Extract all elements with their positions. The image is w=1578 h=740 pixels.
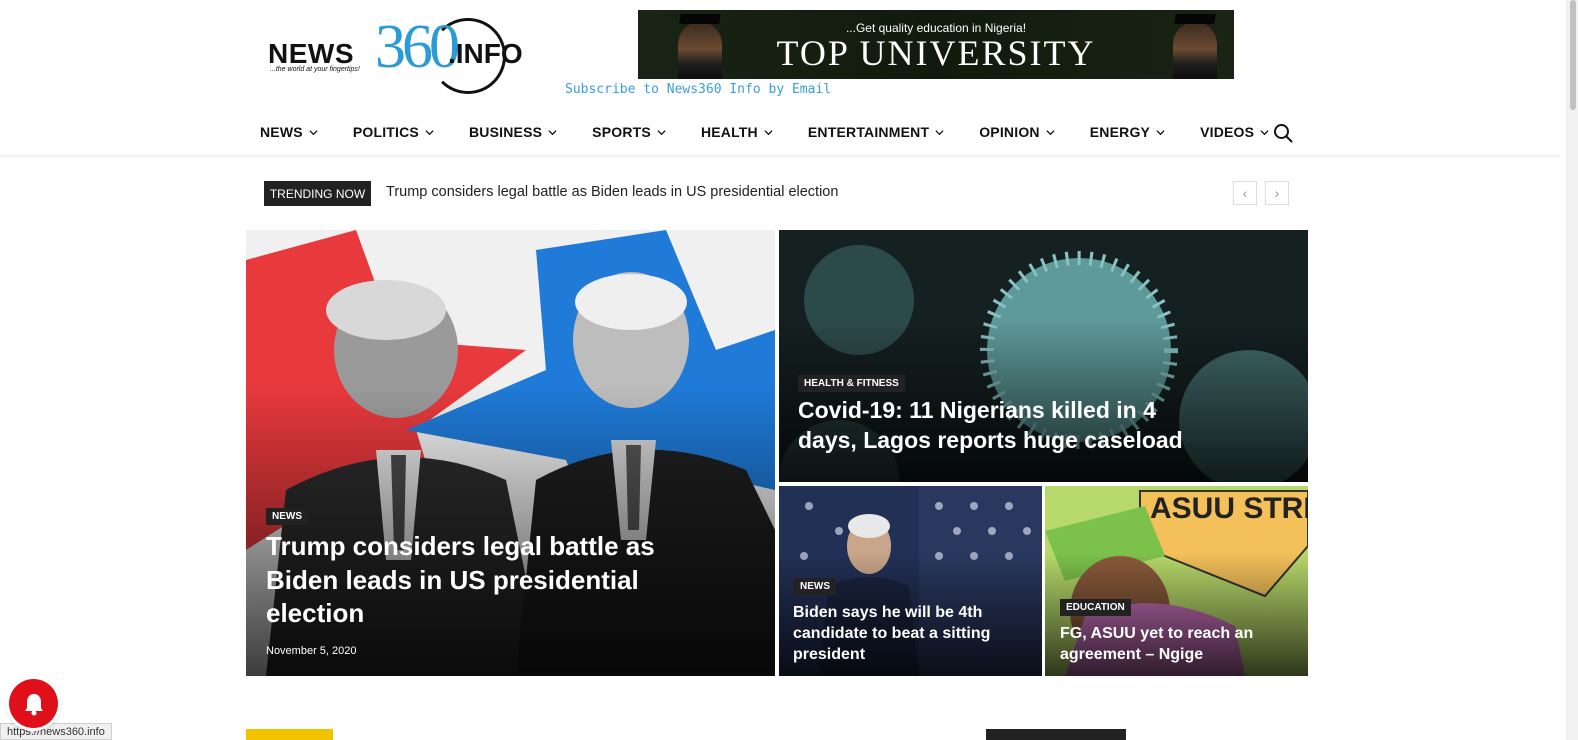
site-logo[interactable]: NEWS 360 .INFO ...the world at your fing… [268,14,548,94]
scrollbar-thumb[interactable] [1570,0,1576,110]
chevron-down-icon [657,129,666,135]
nav-item-business[interactable]: BUSINESS [469,124,557,140]
nav-item-label: SPORTS [592,124,651,140]
logo-info-text: .INFO [448,38,523,69]
chevron-down-icon [548,129,557,135]
ad-title: TOP UNIVERSITY [776,33,1096,73]
logo-number: 360 [375,13,460,81]
nav-item-label: NEWS [260,124,303,140]
nav-item-label: ENERGY [1089,124,1151,140]
chevron-down-icon [1156,129,1165,135]
nav-item-label: ENTERTAINMENT [807,124,930,140]
nav-item-health[interactable]: HEALTH [701,124,773,140]
trending-headline[interactable]: Trump considers legal battle as Biden le… [386,184,838,200]
chevron-down-icon [1046,129,1055,135]
chevron-down-icon [425,129,434,135]
nav-item-politics[interactable]: POLITICS [353,124,434,140]
bell-icon [24,693,43,715]
section-header-dark [986,729,1126,740]
logo-tagline: ...the world at your fingertips! [270,66,360,73]
trending-label: TRENDING NOW [264,181,371,206]
nav-item-opinion[interactable]: OPINION [979,124,1055,140]
nav-item-label: VIDEOS [1200,124,1255,140]
page-scrollbar[interactable] [1566,0,1578,740]
post-date: November 5, 2020 [266,645,357,657]
trending-next-button[interactable]: › [1265,181,1289,205]
chevron-down-icon [309,129,318,135]
nav-item-label: BUSINESS [468,124,543,140]
featured-card-asuu[interactable]: ASUU STRIKE EDUCATION FG, ASUU yet to re… [1045,486,1308,676]
nav-divider [0,155,1560,159]
chevron-down-icon [1260,129,1269,135]
trending-prev-button[interactable]: ‹ [1233,181,1257,205]
featured-card-covid[interactable]: HEALTH & FITNESS Covid-19: 11 Nigerians … [779,230,1308,482]
featured-card-biden[interactable]: NEWS Biden says he will be 4th candidate… [779,486,1042,676]
featured-headline[interactable]: Biden says he will be 4th candidate to b… [793,603,998,665]
category-badge[interactable]: EDUCATION [1060,599,1131,616]
chevron-down-icon [935,129,944,135]
category-badge[interactable]: NEWS [794,578,836,595]
sign-text: ASUU STRIKE [1150,492,1308,525]
nav-item-label: HEALTH [700,124,758,140]
featured-headline[interactable]: FG, ASUU yet to reach an agreement – Ngi… [1060,624,1275,666]
nav-item-sports[interactable]: SPORTS [592,124,666,140]
search-icon[interactable] [1273,123,1293,143]
nav-item-news[interactable]: NEWS [260,124,318,140]
featured-card-main[interactable]: NEWS Trump considers legal battle as Bid… [246,230,775,676]
subscribe-link[interactable]: Subscribe to News360 Info by Email [565,82,831,97]
nav-item-videos[interactable]: VIDEOS [1200,124,1269,140]
category-badge[interactable]: NEWS [266,508,308,525]
main-nav: NEWS POLITICS BUSINESS SPORTS HEALTH ENTERTAI… [260,124,1304,140]
featured-headline[interactable]: Covid-19: 11 Nigerians killed in 4 days,… [798,396,1198,456]
nav-item-label: POLITICS [352,124,419,140]
category-badge[interactable]: HEALTH & FITNESS [798,375,905,392]
chevron-down-icon [764,129,773,135]
notification-bell-button[interactable] [9,679,58,728]
status-bar-url: https://news360.info [0,723,112,740]
section-header-accent [246,729,333,740]
nav-item-entertainment[interactable]: ENTERTAINMENT [808,124,944,140]
featured-headline[interactable]: Trump considers legal battle as Biden le… [266,530,686,631]
ad-banner[interactable]: ...Get quality education in Nigeria! TOP… [638,10,1234,79]
nav-item-energy[interactable]: ENERGY [1090,124,1165,140]
nav-item-label: OPINION [979,124,1040,140]
